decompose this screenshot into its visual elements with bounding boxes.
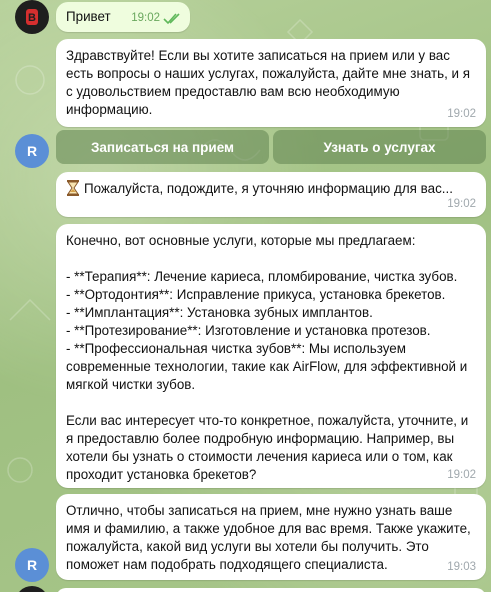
incoming-message: Конечно, вот основные услуги, которые мы… bbox=[56, 224, 486, 488]
message-text: Отлично, чтобы записаться на прием, мне … bbox=[66, 503, 475, 572]
learn-services-button[interactable]: Узнать о услугах bbox=[273, 130, 486, 164]
message-text: Пожалуйста, подождите, я уточняю информа… bbox=[84, 181, 453, 196]
message-time: 19:02 bbox=[447, 469, 476, 481]
incoming-message: Здравствуйте! Если вы хотите записаться … bbox=[56, 39, 486, 127]
outgoing-message: Привет 19:02 bbox=[56, 2, 190, 32]
user-avatar[interactable]: R bbox=[15, 548, 49, 582]
book-appointment-button[interactable]: Записаться на прием bbox=[56, 130, 269, 164]
message-time: 19:02 bbox=[447, 198, 476, 210]
message-time: 19:03 bbox=[447, 561, 476, 573]
incoming-message bbox=[56, 588, 486, 592]
message-time: 19:02 bbox=[447, 108, 476, 120]
message-text: Привет bbox=[66, 9, 111, 24]
message-time: 19:02 bbox=[131, 12, 160, 24]
incoming-message: Пожалуйста, подождите, я уточняю информа… bbox=[56, 172, 486, 217]
bot-logo-icon: B bbox=[26, 9, 38, 25]
double-check-icon bbox=[163, 13, 180, 25]
svg-text:B: B bbox=[28, 12, 36, 24]
bot-avatar[interactable]: B bbox=[15, 0, 49, 34]
message-text: Здравствуйте! Если вы хотите записаться … bbox=[66, 48, 474, 117]
message-text: Конечно, вот основные услуги, которые мы… bbox=[66, 233, 469, 482]
bot-avatar[interactable] bbox=[15, 586, 49, 592]
user-avatar[interactable]: R bbox=[15, 134, 49, 168]
hourglass-icon bbox=[66, 180, 80, 201]
incoming-message: Отлично, чтобы записаться на прием, мне … bbox=[56, 494, 486, 580]
